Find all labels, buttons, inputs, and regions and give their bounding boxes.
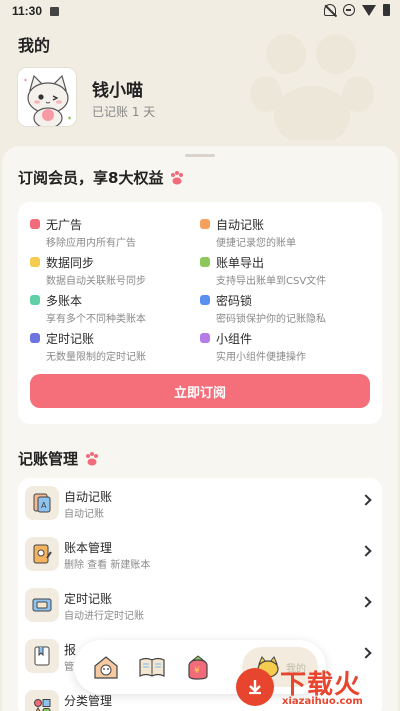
user-record-days: 已记账 1 天: [92, 105, 156, 119]
management-title: 记账管理: [18, 450, 79, 468]
timer-ticket-icon: [25, 588, 59, 622]
avatar[interactable]: [17, 67, 77, 127]
benefit-dot: [200, 295, 210, 305]
do-not-disturb-icon: [343, 4, 355, 16]
benefit-title: 无广告: [46, 218, 83, 232]
benefit-dot: [200, 333, 210, 343]
benefit-desc: 支持导出账单到CSV文件: [216, 276, 327, 287]
benefit-title: 小组件: [216, 332, 253, 346]
benefit-desc: 无数量限制的定时记账: [46, 352, 146, 363]
benefit-title: 密码锁: [216, 294, 253, 308]
list-item-title: 自动记账: [64, 490, 113, 504]
auto-record-icon: A: [25, 486, 59, 520]
nav-home-button[interactable]: [88, 649, 124, 685]
user-name: 钱小喵: [92, 81, 143, 101]
page-title: 我的: [18, 36, 51, 55]
battery-icon: [383, 4, 390, 16]
category-icon: [25, 690, 59, 711]
chevron-right-icon: [360, 545, 372, 557]
svg-text:¥: ¥: [194, 666, 200, 676]
benefit-desc: 移除应用内所有广告: [46, 238, 136, 249]
list-item-desc: 自动记账: [64, 509, 104, 520]
benefit-dot: [30, 219, 40, 229]
benefit-dot: [200, 257, 210, 267]
benefit-desc: 数据自动关联账号同步: [46, 276, 146, 287]
paw-icon: [86, 451, 99, 465]
watermark-subtext: xiazaihuo.com: [282, 696, 363, 707]
list-item-title: 分类管理: [64, 694, 113, 708]
sheet-drag-handle[interactable]: [185, 154, 215, 157]
benefit-title: 定时记账: [46, 332, 95, 346]
paw-icon: [171, 170, 184, 184]
benefit-desc: 便捷记录您的账单: [216, 238, 296, 249]
management-section-title: 记账管理: [18, 448, 100, 469]
book-icon: [139, 657, 165, 677]
benefit-title: 自动记账: [216, 218, 265, 232]
mute-icon: [324, 4, 336, 16]
subscribe-button[interactable]: 立即订阅: [30, 374, 370, 408]
list-item-desc: 自动进行定时记账: [64, 611, 144, 622]
chevron-right-icon: [360, 494, 372, 506]
benefit-title: 账单导出: [216, 256, 265, 270]
list-item-desc: 删除 查看 新建账本: [64, 560, 151, 571]
membership-title: 订阅会员，享8大权益: [18, 169, 164, 187]
paw-background-icon: [250, 34, 374, 140]
benefit-title: 多账本: [46, 294, 83, 308]
wallet-bag-icon: ¥: [188, 655, 208, 680]
benefit-title: 数据同步: [46, 256, 95, 270]
notification-icon: [50, 6, 60, 16]
download-icon: [236, 668, 274, 706]
list-item-desc: 管: [64, 662, 74, 673]
cat-avatar-icon: [18, 68, 76, 126]
nav-book-button[interactable]: [134, 649, 170, 685]
membership-section-title: 订阅会员，享8大权益: [18, 167, 185, 188]
list-item-title: 报: [64, 643, 77, 657]
benefit-desc: 密码锁保护你的记账隐私: [216, 314, 326, 325]
list-item-title: 账本管理: [64, 541, 113, 555]
status-bar: 11:30: [0, 0, 400, 22]
benefit-dot: [30, 295, 40, 305]
list-item-scheduled-record[interactable]: 定时记账 自动进行定时记账: [18, 580, 382, 631]
benefit-desc: 享有多个不同种类账本: [46, 314, 146, 325]
benefit-dot: [30, 257, 40, 267]
home-icon: [94, 656, 118, 679]
list-item-auto-record[interactable]: A 自动记账 自动记账: [18, 478, 382, 529]
chevron-right-icon: [360, 647, 372, 659]
status-time: 11:30: [12, 4, 43, 18]
report-icon: [25, 639, 59, 673]
benefit-dot: [30, 333, 40, 343]
list-item-ledger-manage[interactable]: 账本管理 删除 查看 新建账本: [18, 529, 382, 580]
status-icons: [324, 4, 390, 16]
benefit-dot: [200, 219, 210, 229]
wifi-icon: [362, 4, 376, 16]
list-item-title: 定时记账: [64, 592, 113, 606]
nav-wallet-button[interactable]: ¥: [180, 649, 216, 685]
watermark-logo: 下载火 xiazaihuo.com: [236, 664, 398, 710]
ledger-icon: [25, 537, 59, 571]
benefit-desc: 实用小组件便捷操作: [216, 352, 306, 363]
chevron-right-icon: [360, 596, 372, 608]
svg-text:A: A: [41, 501, 47, 510]
